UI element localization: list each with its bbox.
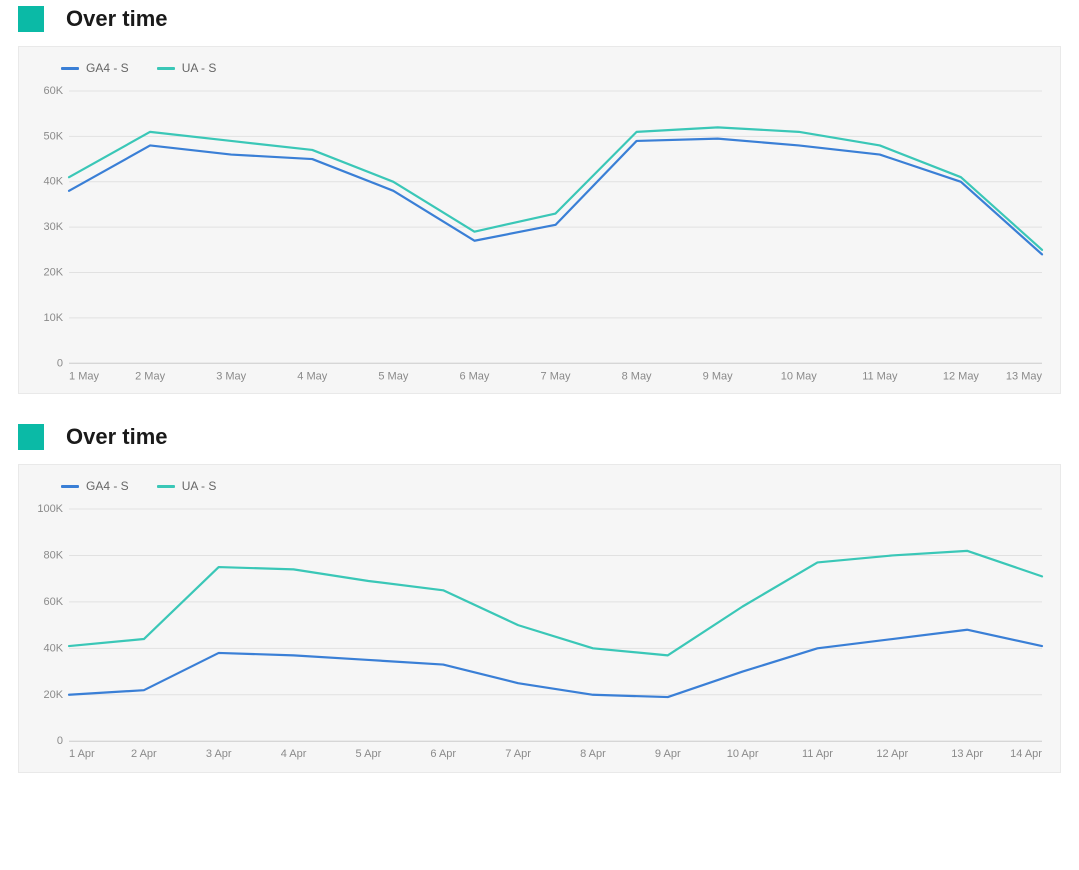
legend-swatch-icon — [157, 67, 175, 70]
chart-legend: GA4 - S UA - S — [29, 61, 1050, 85]
svg-text:2 May: 2 May — [135, 370, 165, 382]
svg-text:13 May: 13 May — [1006, 370, 1043, 382]
svg-text:1 Apr: 1 Apr — [69, 749, 95, 761]
legend-item-ua[interactable]: UA - S — [157, 61, 217, 75]
legend-label: GA4 - S — [86, 61, 129, 75]
svg-text:50K: 50K — [43, 130, 63, 142]
svg-text:3 Apr: 3 Apr — [206, 749, 232, 761]
svg-text:8 May: 8 May — [622, 370, 652, 382]
legend-item-ga4[interactable]: GA4 - S — [61, 479, 129, 493]
svg-text:9 Apr: 9 Apr — [655, 749, 681, 761]
chart-card: GA4 - S UA - S 0 20K 40K 60K 80K 100K 1 Apr 2 A… — [18, 464, 1061, 772]
svg-text:6 May: 6 May — [459, 370, 489, 382]
chart-legend: GA4 - S UA - S — [29, 479, 1050, 503]
svg-text:80K: 80K — [43, 550, 63, 562]
svg-text:14 Apr: 14 Apr — [1010, 749, 1042, 761]
svg-text:6 Apr: 6 Apr — [430, 749, 456, 761]
legend-swatch-icon — [61, 485, 79, 488]
legend-label: UA - S — [182, 479, 217, 493]
legend-label: UA - S — [182, 61, 217, 75]
svg-text:8 Apr: 8 Apr — [580, 749, 606, 761]
svg-text:60K: 60K — [43, 596, 63, 608]
chart-plot[interactable]: 0 10K 20K 30K 40K 50K 60K 1 May 2 May 3 May 4 May 5… — [29, 85, 1050, 385]
svg-text:0: 0 — [57, 357, 63, 369]
svg-text:100K: 100K — [37, 503, 63, 515]
legend-swatch-icon — [157, 485, 175, 488]
legend-item-ga4[interactable]: GA4 - S — [61, 61, 129, 75]
svg-text:13 Apr: 13 Apr — [951, 749, 983, 761]
svg-text:4 May: 4 May — [297, 370, 327, 382]
chart-plot[interactable]: 0 20K 40K 60K 80K 100K 1 Apr 2 Apr 3 Apr 4 Apr 5 A… — [29, 503, 1050, 763]
svg-text:1 May: 1 May — [69, 370, 99, 382]
svg-text:12 May: 12 May — [943, 370, 980, 382]
svg-text:10 May: 10 May — [781, 370, 818, 382]
svg-text:12 Apr: 12 Apr — [876, 749, 908, 761]
section-title: Over time — [66, 424, 168, 450]
over-time-section: Over time GA4 - S UA - S 0 10K 20K 30K 40K 50… — [0, 0, 1079, 394]
section-bullet-icon — [18, 6, 44, 32]
svg-text:11 May: 11 May — [862, 370, 898, 382]
svg-text:4 Apr: 4 Apr — [281, 749, 307, 761]
svg-text:7 May: 7 May — [541, 370, 571, 382]
legend-item-ua[interactable]: UA - S — [157, 479, 217, 493]
svg-text:20K: 20K — [43, 267, 63, 279]
svg-text:10K: 10K — [43, 312, 63, 324]
svg-text:5 Apr: 5 Apr — [356, 749, 382, 761]
section-title: Over time — [66, 6, 168, 32]
svg-text:9 May: 9 May — [703, 370, 733, 382]
svg-text:0: 0 — [57, 736, 63, 748]
svg-text:20K: 20K — [43, 689, 63, 701]
svg-text:3 May: 3 May — [216, 370, 246, 382]
legend-label: GA4 - S — [86, 479, 129, 493]
over-time-section: Over time GA4 - S UA - S 0 20K 40K 60K 80K 10… — [0, 418, 1079, 772]
svg-text:7 Apr: 7 Apr — [505, 749, 531, 761]
svg-text:40K: 40K — [43, 176, 63, 188]
section-bullet-icon — [18, 424, 44, 450]
svg-text:60K: 60K — [43, 85, 63, 97]
chart-card: GA4 - S UA - S 0 10K 20K 30K 40K 50K 60K 1 May 2… — [18, 46, 1061, 394]
svg-text:30K: 30K — [43, 221, 63, 233]
svg-text:5 May: 5 May — [378, 370, 408, 382]
svg-text:11 Apr: 11 Apr — [802, 749, 833, 761]
section-header: Over time — [0, 418, 1079, 464]
legend-swatch-icon — [61, 67, 79, 70]
svg-text:2 Apr: 2 Apr — [131, 749, 157, 761]
svg-text:40K: 40K — [43, 643, 63, 655]
section-header: Over time — [0, 0, 1079, 46]
svg-text:10 Apr: 10 Apr — [727, 749, 759, 761]
